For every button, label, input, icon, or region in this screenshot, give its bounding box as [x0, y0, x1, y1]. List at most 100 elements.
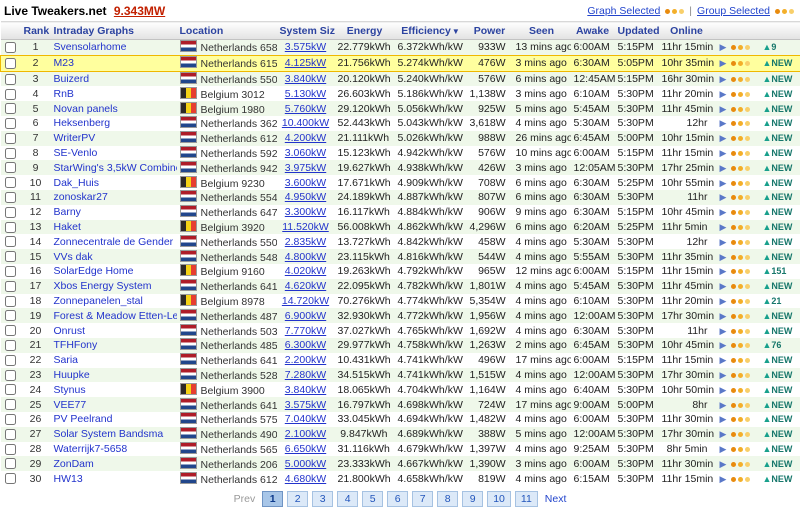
page-button[interactable]: 8 — [437, 491, 458, 507]
col-header-energy[interactable]: Energy — [335, 22, 395, 40]
page-button[interactable]: 10 — [487, 491, 511, 507]
system-size-link[interactable]: 3.060kW — [285, 147, 326, 159]
system-name-link[interactable]: Zonnecentrale de Gender — [54, 236, 174, 248]
group-selected-link[interactable]: Group Selected — [697, 5, 770, 17]
col-header-efficiency[interactable]: Efficiency▼ — [395, 22, 467, 40]
col-header-location[interactable]: Location — [177, 22, 277, 40]
col-header-online[interactable]: Online — [659, 22, 715, 40]
graph-play-icon[interactable]: ▶ — [720, 340, 727, 350]
col-header-intraday-graphs[interactable]: Intraday Graphs — [51, 22, 177, 40]
row-checkbox[interactable] — [5, 236, 16, 247]
graph-play-icon[interactable]: ▶ — [720, 192, 727, 202]
system-size-link[interactable]: 4.200kW — [285, 132, 326, 144]
system-size-link[interactable]: 4.620kW — [285, 280, 326, 292]
col-header-system-size[interactable]: System Size — [277, 22, 335, 40]
system-size-link[interactable]: 3.840kW — [285, 384, 326, 396]
graph-play-icon[interactable]: ▶ — [720, 207, 727, 217]
system-size-link[interactable]: 3.575kW — [285, 41, 326, 53]
row-checkbox[interactable] — [5, 281, 16, 292]
graph-play-icon[interactable]: ▶ — [720, 414, 727, 424]
row-checkbox[interactable] — [5, 399, 16, 410]
graph-selected-link[interactable]: Graph Selected — [587, 5, 660, 17]
page-button[interactable]: 1 — [262, 491, 283, 507]
col-header-updated[interactable]: Updated — [615, 22, 659, 40]
system-name-link[interactable]: PV Peelrand — [54, 413, 113, 425]
total-power-link[interactable]: 9.343MW — [114, 4, 165, 18]
system-name-link[interactable]: Svensolarhome — [54, 41, 127, 53]
system-name-link[interactable]: Onrust — [54, 325, 86, 337]
page-button[interactable]: 6 — [387, 491, 408, 507]
system-size-link[interactable]: 7.280kW — [285, 369, 326, 381]
system-size-link[interactable]: 6.650kW — [285, 443, 326, 455]
graph-play-icon[interactable]: ▶ — [720, 281, 727, 291]
row-checkbox[interactable] — [5, 207, 16, 218]
row-checkbox[interactable] — [5, 42, 16, 53]
row-checkbox[interactable] — [5, 162, 16, 173]
row-checkbox[interactable] — [5, 340, 16, 351]
system-size-link[interactable]: 4.125kW — [285, 57, 326, 69]
system-name-link[interactable]: VVs dak — [54, 251, 93, 263]
graph-play-icon[interactable]: ▶ — [720, 311, 727, 321]
system-size-link[interactable]: 5.000kW — [285, 458, 326, 470]
page-button[interactable]: 9 — [462, 491, 483, 507]
row-checkbox[interactable] — [5, 103, 16, 114]
system-size-link[interactable]: 3.575kW — [285, 399, 326, 411]
graph-play-icon[interactable]: ▶ — [720, 429, 727, 439]
system-name-link[interactable]: Huupke — [54, 369, 90, 381]
col-header-power[interactable]: Power — [467, 22, 513, 40]
system-size-link[interactable]: 4.950kW — [285, 191, 326, 203]
page-button[interactable]: 11 — [515, 491, 538, 507]
row-checkbox[interactable] — [5, 192, 16, 203]
system-size-link[interactable]: 2.100kW — [285, 428, 326, 440]
graph-play-icon[interactable]: ▶ — [720, 178, 727, 188]
system-name-link[interactable]: ZonDam — [54, 458, 94, 470]
graph-play-icon[interactable]: ▶ — [720, 74, 727, 84]
row-checkbox[interactable] — [5, 58, 16, 69]
graph-play-icon[interactable]: ▶ — [720, 385, 727, 395]
graph-play-icon[interactable]: ▶ — [720, 400, 727, 410]
row-checkbox[interactable] — [5, 251, 16, 262]
system-name-link[interactable]: Novan panels — [54, 103, 118, 115]
row-checkbox[interactable] — [5, 148, 16, 159]
system-name-link[interactable]: Waterrijk7-5658 — [54, 443, 128, 455]
system-size-link[interactable]: 2.835kW — [285, 236, 326, 248]
system-name-link[interactable]: HW13 — [54, 473, 83, 485]
system-name-link[interactable]: Haket — [54, 221, 81, 233]
page-button[interactable]: 2 — [287, 491, 308, 507]
system-size-link[interactable]: 3.300kW — [285, 206, 326, 218]
system-name-link[interactable]: Solar System Bandsma — [54, 428, 164, 440]
graph-play-icon[interactable]: ▶ — [720, 133, 727, 143]
system-name-link[interactable]: Barny — [54, 206, 81, 218]
graph-play-icon[interactable]: ▶ — [720, 355, 727, 365]
system-name-link[interactable]: WriterPV — [54, 132, 96, 144]
system-size-link[interactable]: 14.720kW — [282, 295, 329, 307]
system-name-link[interactable]: M23 — [54, 57, 74, 69]
system-size-link[interactable]: 5.130kW — [285, 88, 326, 100]
row-checkbox[interactable] — [5, 89, 16, 100]
row-checkbox[interactable] — [5, 355, 16, 366]
graph-play-icon[interactable]: ▶ — [720, 252, 727, 262]
system-name-link[interactable]: Buizerd — [54, 73, 90, 85]
graph-play-icon[interactable]: ▶ — [720, 474, 727, 484]
graph-play-icon[interactable]: ▶ — [720, 444, 727, 454]
page-button[interactable]: 5 — [362, 491, 383, 507]
system-size-link[interactable]: 6.900kW — [285, 310, 326, 322]
next-button[interactable]: Next — [545, 493, 567, 505]
system-name-link[interactable]: Heksenberg — [54, 117, 111, 129]
row-checkbox[interactable] — [5, 473, 16, 484]
system-name-link[interactable]: Dak_Huis — [54, 177, 100, 189]
graph-play-icon[interactable]: ▶ — [720, 459, 727, 469]
row-checkbox[interactable] — [5, 444, 16, 455]
row-checkbox[interactable] — [5, 370, 16, 381]
system-name-link[interactable]: Zonnepanelen_stal — [54, 295, 143, 307]
system-name-link[interactable]: zonoskar27 — [54, 191, 108, 203]
row-checkbox[interactable] — [5, 222, 16, 233]
row-checkbox[interactable] — [5, 458, 16, 469]
row-checkbox[interactable] — [5, 177, 16, 188]
system-size-link[interactable]: 4.800kW — [285, 251, 326, 263]
system-size-link[interactable]: 10.400kW — [282, 117, 329, 129]
system-name-link[interactable]: Stynus — [54, 384, 86, 396]
row-checkbox[interactable] — [5, 310, 16, 321]
row-checkbox[interactable] — [5, 133, 16, 144]
system-size-link[interactable]: 4.680kW — [285, 473, 326, 485]
